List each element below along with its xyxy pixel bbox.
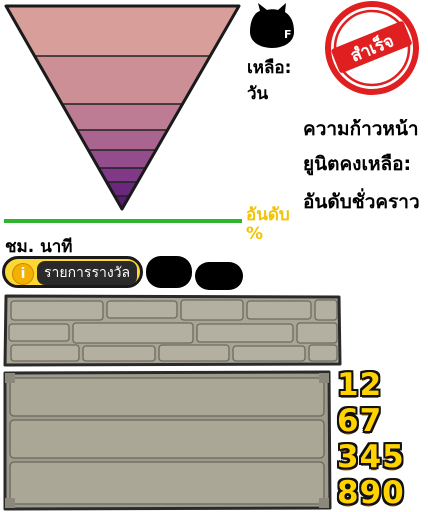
progress-label: ความก้าวหน้า: [303, 118, 419, 140]
triangle-band-6: [6, 168, 239, 182]
units-left-label: ยูนิตคงเหลือ:: [303, 153, 412, 175]
triangle-band-5: [6, 150, 239, 168]
stone-panel-bottom: [3, 370, 332, 511]
progress-triangle: [4, 4, 241, 211]
digit-row-1: 12: [337, 367, 383, 403]
digit-row-4: 890: [337, 475, 405, 511]
stone-panel-top: [3, 294, 342, 367]
rewards-list-button[interactable]: i รายการรางวัล: [2, 256, 143, 288]
triangle-band-3: [6, 104, 239, 130]
remaining-label: เหลือ:: [247, 58, 292, 78]
rewards-list-label: รายการรางวัล: [37, 261, 138, 285]
cat-silhouette-icon: F: [250, 3, 294, 48]
remaining-unit: วัน: [247, 84, 269, 104]
hidden-button-2[interactable]: [195, 262, 243, 290]
svg-text:F: F: [284, 28, 292, 41]
hidden-button-1[interactable]: [146, 256, 192, 288]
success-stamp: สำเร็จ: [325, 1, 419, 95]
progress-line: [4, 219, 242, 223]
temporary-rank-label: อันดับชั่วคราว: [303, 191, 420, 213]
triangle-band-7: [6, 182, 239, 196]
digit-row-2: 67: [337, 403, 383, 439]
info-icon: i: [12, 263, 34, 285]
digit-row-3: 345: [337, 439, 405, 475]
rank-percent: อันดับ %: [246, 205, 290, 244]
triangle-band-1: [6, 6, 239, 56]
triangle-band-4: [6, 130, 239, 150]
triangle-band-2: [6, 56, 239, 104]
